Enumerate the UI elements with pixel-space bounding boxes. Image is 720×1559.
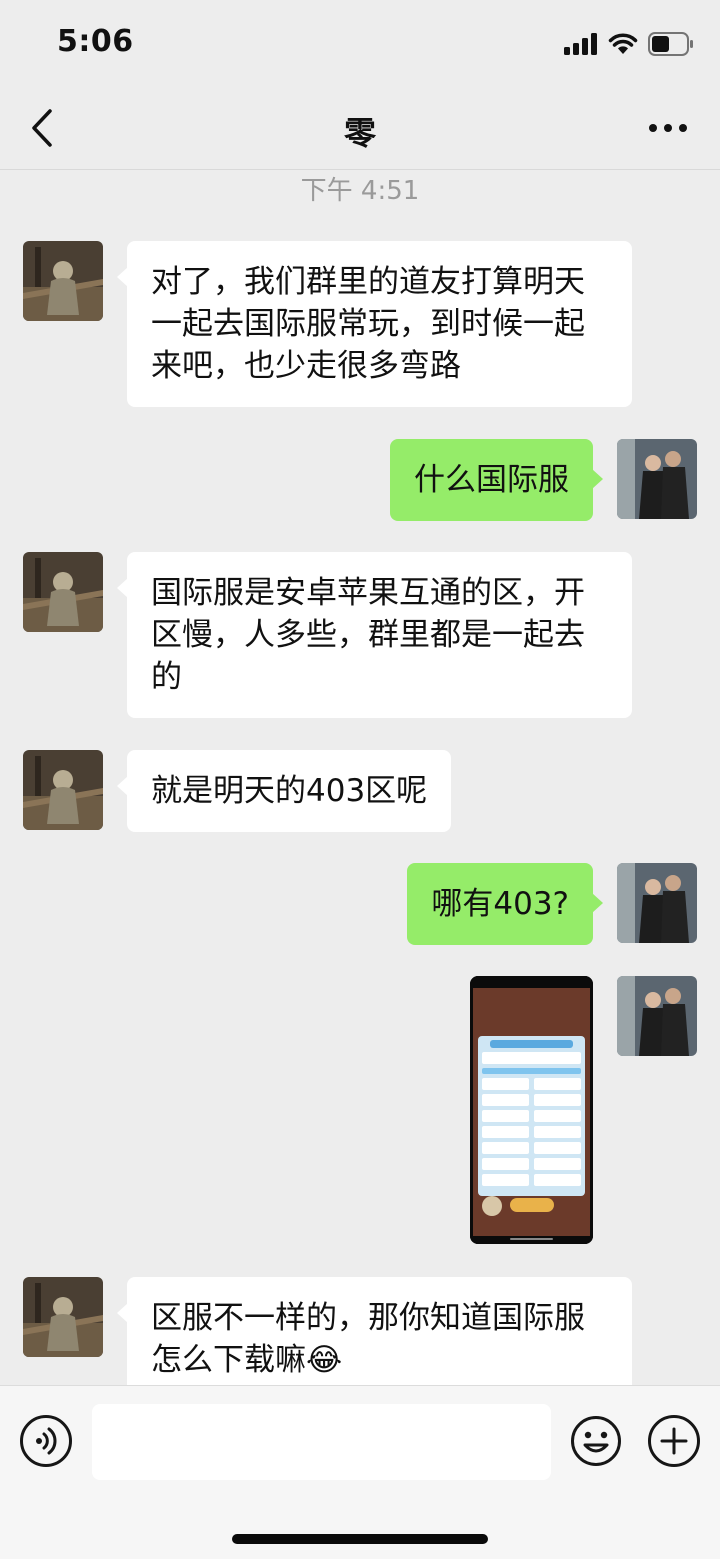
battery-icon [648,32,693,56]
status-bar: 5:06 [0,0,720,88]
plus-icon [660,1427,688,1455]
image-message[interactable] [470,976,593,1244]
signal-icon [564,33,597,55]
voice-icon [36,1427,57,1455]
message-input[interactable] [92,1404,551,1480]
contact-avatar[interactable] [23,750,103,830]
home-indicator[interactable] [232,1534,488,1544]
message-bubble-incoming[interactable]: 区服不一样的，那你知道国际服怎么下载嘛😂 [117,1277,632,1385]
more-dots-icon [649,124,687,132]
contact-avatar[interactable] [23,1277,103,1357]
input-bar [0,1385,720,1559]
message-bubble-incoming[interactable]: 对了，我们群里的道友打算明天一起去国际服常玩，到时候一起来吧，也少走很多弯路 [117,241,632,407]
message-bubble-incoming[interactable]: 国际服是安卓苹果互通的区，开区慢，人多些，群里都是一起去的 [117,552,632,718]
my-avatar[interactable] [617,863,697,943]
wifi-icon [608,33,638,54]
message-timestamp: 下午 4:51 [300,176,420,206]
smiley-icon [571,1416,621,1466]
message-bubble-outgoing[interactable]: 哪有403? [407,863,603,945]
chat-area[interactable]: 下午 4:51 对了，我们群里的道友打算明天一起去国际服常玩，到时候一起来吧，也… [0,170,720,1385]
message-bubble-incoming[interactable]: 就是明天的403区呢 [116,750,452,832]
my-avatar[interactable] [617,439,697,519]
contact-avatar[interactable] [23,552,103,632]
more-button[interactable] [644,106,692,150]
contact-avatar[interactable] [23,241,103,321]
my-avatar[interactable] [617,976,697,1056]
nav-bar: 零 [0,88,720,170]
status-icons [564,30,694,58]
status-time: 5:06 [57,24,134,59]
more-functions-button[interactable] [648,1415,700,1467]
message-bubble-outgoing[interactable]: 什么国际服 [390,439,603,521]
emoji-button[interactable] [570,1415,622,1467]
voice-button[interactable] [20,1415,72,1467]
chat-title: 零 [343,114,376,152]
